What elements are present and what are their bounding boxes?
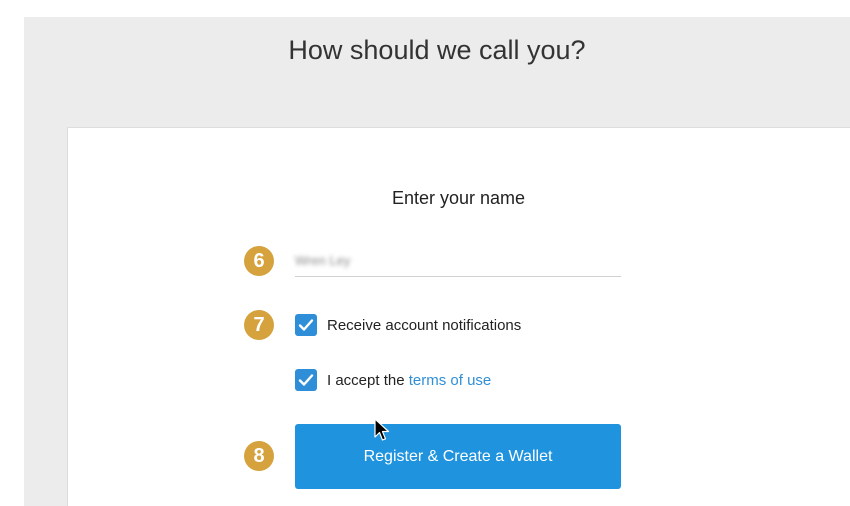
notifications-checkbox-row[interactable]: Receive account notifications (295, 314, 521, 336)
terms-checkbox-row[interactable]: I accept the terms of use (295, 369, 491, 391)
notifications-checkbox[interactable] (295, 314, 317, 336)
check-icon (298, 319, 314, 331)
step-badge-7: 7 (244, 310, 274, 340)
terms-checkbox[interactable] (295, 369, 317, 391)
page-title: How should we call you? (288, 35, 586, 65)
notifications-label: Receive account notifications (327, 316, 522, 334)
step-badge-8: 8 (244, 441, 274, 471)
terms-label: I accept the terms of use (327, 372, 491, 389)
form-heading: Enter your name (391, 188, 526, 208)
terms-label-prefix: I accept the (327, 371, 409, 389)
terms-of-use-link[interactable]: terms of use (409, 372, 492, 389)
step-badge-6: 6 (244, 246, 274, 276)
name-input[interactable] (295, 244, 621, 277)
mouse-pointer-icon (374, 418, 390, 441)
check-icon (298, 374, 314, 386)
register-create-wallet-button[interactable]: Register & Create a Wallet (295, 424, 621, 489)
